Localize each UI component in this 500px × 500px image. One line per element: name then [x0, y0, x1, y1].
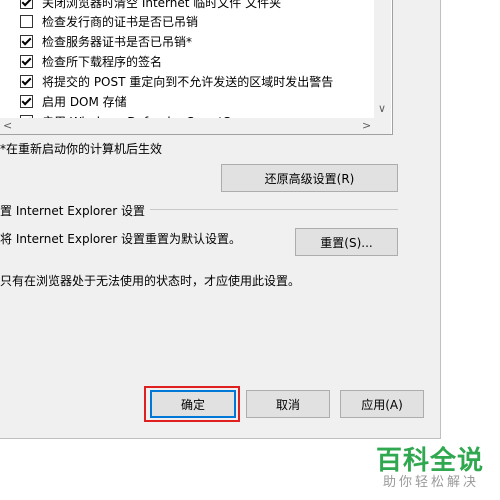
- reset-button[interactable]: 重置(S)...: [295, 228, 398, 256]
- scroll-right-icon[interactable]: >: [362, 120, 371, 131]
- internet-options-dialog: 关闭浏览器时清空 Internet 临时文件 文件夹 检查发行商的证书是否已吊销…: [0, 0, 441, 439]
- horizontal-scrollbar[interactable]: < >: [0, 118, 374, 134]
- checkbox-clear-temp-files[interactable]: [20, 0, 33, 9]
- list-item[interactable]: 启用 DOM 存储: [20, 91, 127, 111]
- vertical-scrollbar[interactable]: ∨: [374, 0, 391, 118]
- ok-button-highlight: [144, 386, 240, 422]
- list-item-label: 将提交的 POST 重定向到不允许发送的区域时发出警告: [42, 74, 334, 89]
- scrollbar-corner: [374, 118, 391, 134]
- list-item[interactable]: 检查所下载程序的签名: [20, 51, 162, 71]
- watermark-subtitle: 助你轻松解决: [383, 475, 480, 490]
- reset-section-title: 置 Internet Explorer 设置: [0, 204, 146, 218]
- checkbox-check-download-signature[interactable]: [20, 54, 33, 68]
- list-item[interactable]: 将提交的 POST 重定向到不允许发送的区域时发出警告: [20, 71, 333, 91]
- list-item-label: 启用 DOM 存储: [42, 94, 127, 109]
- restore-advanced-settings-button[interactable]: 还原高级设置(R): [221, 164, 398, 192]
- restart-note: *在重新启动你的计算机后生效: [0, 142, 163, 156]
- list-item[interactable]: 检查发行商的证书是否已吊销: [20, 11, 198, 31]
- list-item-label: 检查所下载程序的签名: [42, 54, 163, 69]
- checkbox-check-server-cert[interactable]: [20, 34, 33, 48]
- cancel-button[interactable]: 取消: [246, 390, 330, 418]
- reset-warning: 只有在浏览器处于无法使用的状态时，才应使用此设置。: [0, 274, 301, 288]
- checkbox-post-redirect-warning[interactable]: [20, 74, 33, 88]
- checkbox-check-publisher-cert[interactable]: [20, 14, 33, 28]
- scroll-down-icon[interactable]: ∨: [378, 103, 386, 114]
- section-divider: [150, 209, 398, 210]
- list-item-label: 关闭浏览器时清空 Internet 临时文件 文件夹: [42, 0, 282, 10]
- advanced-settings-list[interactable]: 关闭浏览器时清空 Internet 临时文件 文件夹 检查发行商的证书是否已吊销…: [0, 0, 393, 135]
- reset-description: 将 Internet Explorer 设置重置为默认设置。: [0, 232, 242, 246]
- list-item[interactable]: 检查服务器证书是否已吊销*: [20, 31, 192, 51]
- apply-button[interactable]: 应用(A): [340, 390, 424, 418]
- scroll-left-icon[interactable]: <: [3, 120, 12, 131]
- checkbox-enable-dom-storage[interactable]: [20, 94, 33, 108]
- list-item-label: 检查发行商的证书是否已吊销: [42, 14, 199, 29]
- list-item-label: 检查服务器证书是否已吊销*: [42, 34, 193, 49]
